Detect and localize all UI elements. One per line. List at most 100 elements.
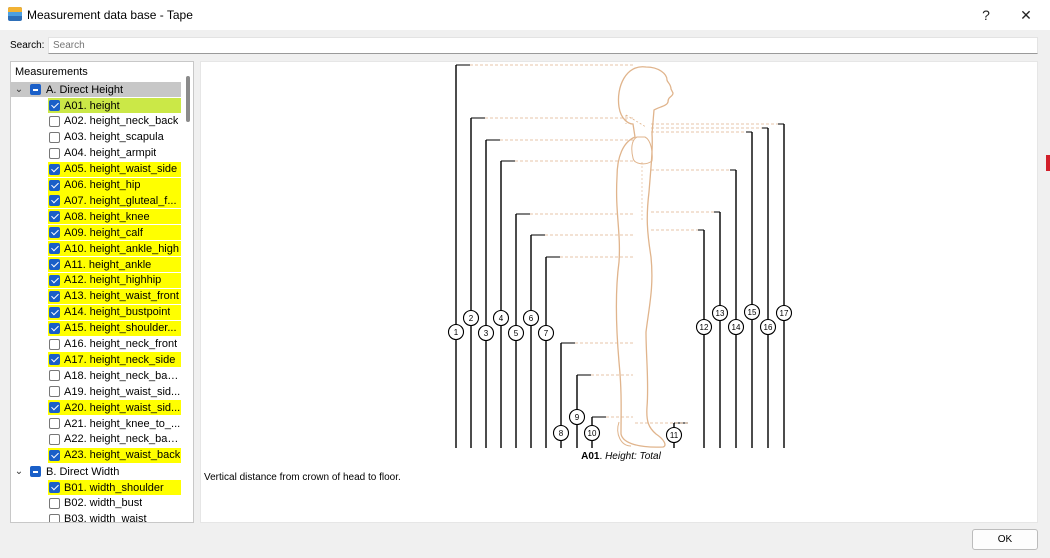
measurement-checkbox[interactable] bbox=[49, 354, 60, 366]
measurement-checkbox[interactable] bbox=[49, 322, 60, 334]
tree-item[interactable]: A12. height_highhip bbox=[48, 272, 181, 288]
tree-item[interactable]: A14. height_bustpoint bbox=[48, 304, 181, 320]
tree-item-label: A22. height_neck_bac... bbox=[64, 433, 181, 446]
measurement-checkbox[interactable] bbox=[49, 290, 60, 302]
measurement-marker-label: 7 bbox=[544, 329, 549, 338]
measurement-marker-label: 17 bbox=[780, 309, 789, 318]
app-icon bbox=[8, 7, 22, 21]
close-button[interactable]: ✕ bbox=[1004, 0, 1048, 30]
measurement-checkbox[interactable] bbox=[49, 147, 60, 159]
tree-item-label: A19. height_waist_sid... bbox=[64, 385, 181, 398]
tree-item-label: A03. height_scapula bbox=[64, 131, 164, 144]
tree-item-label: A13. height_waist_front bbox=[64, 290, 179, 303]
tree-item[interactable]: A05. height_waist_side bbox=[48, 161, 181, 177]
tree-item-label: A05. height_waist_side bbox=[64, 163, 178, 176]
tree-item-label: B02. width_bust bbox=[64, 497, 143, 510]
tree-group-label: B. Direct Width bbox=[46, 465, 120, 478]
measurement-marker-label: 12 bbox=[700, 323, 709, 332]
tree-scrollbar-thumb[interactable] bbox=[186, 76, 190, 122]
measurement-checkbox[interactable] bbox=[49, 418, 60, 429]
measurement-marker-label: 11 bbox=[670, 431, 679, 440]
measurement-checkbox[interactable] bbox=[49, 370, 60, 382]
measurement-checkbox[interactable] bbox=[49, 482, 60, 493]
tree-item[interactable]: A20. height_waist_sid... bbox=[48, 400, 181, 416]
tree-item[interactable]: A23. height_waist_back bbox=[48, 447, 181, 463]
neck-guide bbox=[625, 114, 647, 128]
tree-item-label: A11. height_ankle bbox=[64, 258, 152, 271]
tree-item[interactable]: A04. height_armpit bbox=[48, 146, 181, 161]
tree-item-label: B01. width_shoulder bbox=[64, 481, 164, 494]
help-button[interactable]: ? bbox=[964, 0, 1008, 30]
group-partial-checkbox[interactable] bbox=[30, 84, 41, 95]
measurement-checkbox[interactable] bbox=[49, 211, 60, 223]
measurement-checkbox[interactable] bbox=[49, 243, 60, 255]
tree-item[interactable]: A08. height_knee bbox=[48, 209, 181, 225]
tree-item[interactable]: A03. height_scapula bbox=[48, 130, 181, 145]
measurement-marker-label: 14 bbox=[732, 323, 741, 332]
search-input[interactable] bbox=[48, 37, 1038, 54]
measurement-checkbox[interactable] bbox=[49, 497, 60, 509]
tree-group[interactable]: ⌄ A. Direct Height bbox=[11, 82, 181, 97]
measurement-checkbox[interactable] bbox=[49, 163, 60, 175]
diagram-caption: A01. Height: Total bbox=[201, 451, 1039, 462]
title-bar: Measurement data base - Tape ? ✕ bbox=[0, 0, 1050, 30]
tree-item[interactable]: A18. height_neck_bac... bbox=[48, 368, 181, 383]
tree-scrollbar[interactable] bbox=[185, 74, 193, 522]
tree-item[interactable]: A22. height_neck_bac... bbox=[48, 432, 181, 447]
measurements-tree[interactable]: Measurements ⌄ A. Direct Height ⌄ B. Direct… bbox=[10, 61, 194, 523]
tree-item[interactable]: A17. height_neck_side bbox=[48, 352, 181, 368]
measurement-checkbox[interactable] bbox=[49, 227, 60, 239]
tree-item[interactable]: B03. width_waist bbox=[48, 512, 181, 523]
tree-item-label: A04. height_armpit bbox=[64, 147, 157, 160]
tree-item[interactable]: B02. width_bust bbox=[48, 496, 181, 511]
group-partial-checkbox[interactable] bbox=[30, 466, 41, 477]
measurement-marker-label: 13 bbox=[716, 309, 725, 318]
measurement-checkbox[interactable] bbox=[49, 402, 60, 414]
arm-outline bbox=[631, 136, 653, 165]
tree-item[interactable]: A16. height_neck_front bbox=[48, 337, 181, 352]
measurement-checkbox[interactable] bbox=[49, 100, 60, 111]
chevron-down-icon[interactable]: ⌄ bbox=[11, 466, 27, 477]
measurement-marker-label: 10 bbox=[588, 429, 597, 438]
window-title: Measurement data base - Tape bbox=[27, 8, 193, 22]
tree-item[interactable]: A07. height_gluteal_f... bbox=[48, 193, 181, 209]
measurement-description: Vertical distance from crown of head to … bbox=[204, 472, 401, 483]
tree-item-label: B03. width_waist bbox=[64, 513, 147, 523]
measurement-checkbox[interactable] bbox=[49, 259, 60, 270]
measurement-marker-label: 2 bbox=[469, 314, 474, 323]
tree-item[interactable]: A06. height_hip bbox=[48, 177, 181, 193]
tree-item-label: A12. height_highhip bbox=[64, 274, 162, 287]
search-label: Search: bbox=[10, 40, 45, 51]
tree-item[interactable]: A10. height_ankle_high bbox=[48, 241, 181, 257]
measurement-checkbox[interactable] bbox=[49, 195, 60, 207]
tree-item[interactable]: A11. height_ankle bbox=[48, 257, 181, 272]
measurement-checkbox[interactable] bbox=[49, 131, 60, 143]
measurement-checkbox[interactable] bbox=[49, 433, 60, 445]
chevron-down-icon[interactable]: ⌄ bbox=[11, 84, 27, 95]
tree-item-label: A18. height_neck_bac... bbox=[64, 369, 181, 382]
tree-item[interactable]: A15. height_shoulder... bbox=[48, 320, 181, 336]
measurement-checkbox[interactable] bbox=[49, 306, 60, 318]
measurement-checkbox[interactable] bbox=[49, 179, 60, 191]
measurement-checkbox[interactable] bbox=[49, 115, 60, 127]
tree-header: Measurements bbox=[15, 66, 88, 78]
measurement-checkbox[interactable] bbox=[49, 274, 60, 286]
tree-item[interactable]: A09. height_calf bbox=[48, 225, 181, 241]
ok-button[interactable]: OK bbox=[972, 529, 1038, 550]
measurement-checkbox[interactable] bbox=[49, 386, 60, 398]
tree-item-label: A14. height_bustpoint bbox=[64, 306, 171, 319]
tree-item-label: A06. height_hip bbox=[64, 179, 141, 191]
tree-item[interactable]: B01. width_shoulder bbox=[48, 480, 181, 495]
tree-item[interactable]: A19. height_waist_sid... bbox=[48, 384, 181, 399]
tree-item[interactable]: A21. height_knee_to_... bbox=[48, 416, 181, 431]
measurement-marker-label: 16 bbox=[764, 323, 773, 332]
measurement-marker-label: 9 bbox=[575, 413, 580, 422]
measurement-checkbox[interactable] bbox=[49, 449, 60, 461]
tree-group[interactable]: ⌄ B. Direct Width bbox=[11, 464, 181, 479]
tree-item[interactable]: A13. height_waist_front bbox=[48, 288, 181, 304]
tree-item[interactable]: A02. height_neck_back bbox=[48, 114, 181, 129]
caption-name: Height: Total bbox=[605, 451, 661, 462]
measurement-checkbox[interactable] bbox=[49, 513, 60, 522]
tree-item[interactable]: A01. height bbox=[48, 98, 181, 113]
measurement-checkbox[interactable] bbox=[49, 338, 60, 350]
